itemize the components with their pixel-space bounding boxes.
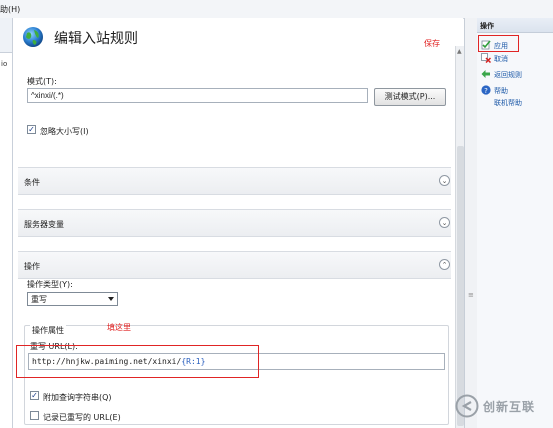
annotation-save: 保存 <box>424 39 440 48</box>
dropdown-arrow-icon <box>108 297 114 301</box>
action-type-value: 重写 <box>31 295 47 304</box>
globe-icon <box>23 27 43 47</box>
back-arrow-icon <box>481 70 490 78</box>
chevron-down-icon[interactable]: ⌄ <box>439 217 450 228</box>
chevron-up-icon[interactable]: ⌃ <box>439 259 450 270</box>
watermark: 创新互联 <box>455 392 553 420</box>
append-query-label: 附加查询字符串(Q) <box>43 393 112 402</box>
splitter-grip-icon: ≡ <box>468 291 474 299</box>
action-online-help-link[interactable]: 联机帮助 <box>494 98 522 108</box>
action-help-link[interactable]: 帮助 <box>494 86 508 96</box>
action-properties-title: 操作属性 <box>30 325 66 336</box>
section-server-variables[interactable]: 服务器变量 ⌄ <box>18 209 451 237</box>
connections-panel: io <box>0 18 13 428</box>
help-icon: ? <box>481 85 491 95</box>
test-pattern-button[interactable]: 测试模式(P)... <box>374 88 446 106</box>
log-rewritten-label: 记录已重写的 URL(E) <box>43 413 121 422</box>
watermark-text: 创新互联 <box>483 400 536 414</box>
connections-panel-header <box>0 18 12 53</box>
scroll-up-icon[interactable]: ▲ <box>457 48 462 55</box>
section-conditions[interactable]: 条件 ⌄ <box>18 167 451 195</box>
action-type-label: 操作类型(Y): <box>27 280 73 289</box>
connections-partial-text: io <box>1 60 8 68</box>
pattern-input[interactable] <box>27 88 368 103</box>
cancel-icon <box>481 53 491 63</box>
svg-text:?: ? <box>484 87 488 95</box>
scrollbar-thumb[interactable] <box>457 146 464 426</box>
log-rewritten-checkbox[interactable] <box>30 411 39 420</box>
action-back-to-rules-link[interactable]: 返回规则 <box>494 70 522 80</box>
append-query-checkbox[interactable]: ✓ <box>30 391 39 400</box>
chevron-down-icon[interactable]: ⌄ <box>439 175 450 186</box>
actions-pane-title: 操作 <box>480 22 494 30</box>
section-server-variables-title: 服务器变量 <box>24 220 64 229</box>
annotation-highlight-rewrite-url <box>16 345 259 378</box>
menu-item-help[interactable]: 助(H) <box>0 4 20 15</box>
watermark-logo-icon <box>455 394 479 418</box>
page-title: 编辑入站规则 <box>54 31 138 47</box>
menu-bar: 助(H) <box>0 0 553 19</box>
section-action-title: 操作 <box>24 262 40 271</box>
pane-splitter[interactable]: ≡ <box>464 18 478 428</box>
annotation-fill-here: 填这里 <box>107 323 131 332</box>
actions-pane-header: 操作 <box>477 18 553 33</box>
action-cancel-link[interactable]: 取消 <box>494 54 508 64</box>
section-action[interactable]: 操作 ⌃ <box>18 251 451 279</box>
actions-pane: 操作 应用 取消 返回规则 ? 帮助 联机帮助 <box>477 18 553 428</box>
annotation-highlight-apply <box>478 35 519 52</box>
action-type-select[interactable]: 重写 <box>27 292 118 306</box>
ignore-case-checkbox[interactable]: ✓ <box>27 125 36 134</box>
pattern-label: 模式(T): <box>27 77 57 86</box>
section-conditions-title: 条件 <box>24 178 40 187</box>
ignore-case-label: 忽略大小写(I) <box>40 127 89 136</box>
